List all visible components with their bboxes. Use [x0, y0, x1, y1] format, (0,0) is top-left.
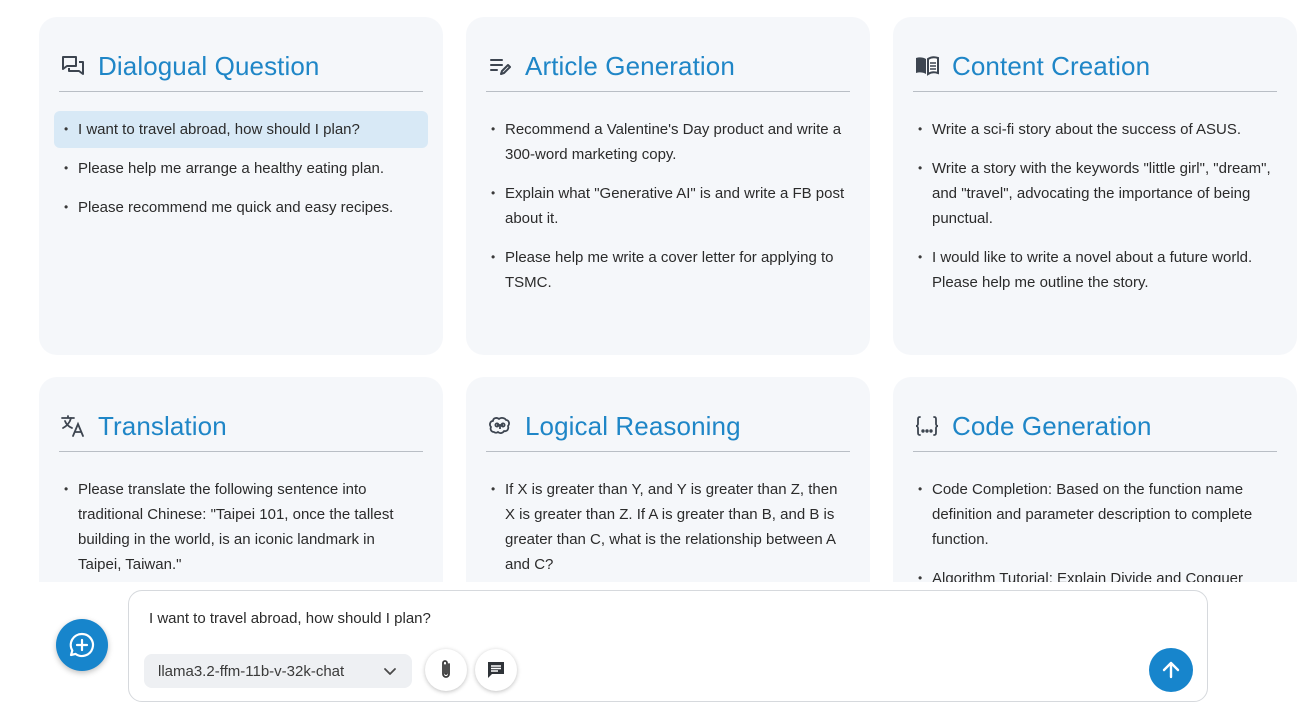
chevron-down-icon	[384, 668, 396, 675]
arrow-up-icon	[1162, 661, 1180, 679]
chat-bubbles-icon	[60, 53, 86, 79]
card-logical-reasoning: Logical Reasoning If X is greater than Y…	[466, 377, 870, 582]
suggestion-item[interactable]: Please recommend me quick and easy recip…	[54, 189, 428, 226]
message-input[interactable]	[149, 605, 1109, 631]
suggestion-list: Recommend a Valentine's Day product and …	[481, 111, 855, 303]
card-title: Translation	[98, 410, 227, 441]
card-title: Code Generation	[952, 410, 1152, 441]
prompt-suggestions-area: Dialogual Question I want to travel abro…	[0, 0, 1315, 582]
card-title: Logical Reasoning	[525, 410, 741, 441]
card-header: Logical Reasoning	[486, 401, 850, 452]
suggestion-item[interactable]: Explain what "Generative AI" is and writ…	[481, 175, 855, 237]
chat-add-icon	[69, 632, 95, 658]
suggestion-item[interactable]: Code Completion: Based on the function n…	[908, 471, 1282, 558]
card-code-generation: Code Generation Code Completion: Based o…	[893, 377, 1297, 582]
open-book-icon	[914, 53, 940, 79]
suggestion-item[interactable]: Algorithm Tutorial: Explain Divide and C…	[908, 560, 1282, 582]
translate-icon	[60, 413, 86, 439]
suggestion-list: I want to travel abroad, how should I pl…	[54, 111, 428, 228]
suggestion-item[interactable]: Write a sci-fi story about the success o…	[908, 111, 1282, 148]
code-braces-icon	[914, 413, 940, 439]
suggestion-list: Write a sci-fi story about the success o…	[908, 111, 1282, 303]
card-header: Translation	[59, 401, 423, 452]
paperclip-icon	[442, 660, 450, 678]
suggestion-list: Please translate the following sentence …	[54, 471, 428, 582]
suggestion-item[interactable]: Write a story with the keywords "little …	[908, 150, 1282, 237]
suggestion-item[interactable]: Please help me write a cover letter for …	[481, 239, 855, 301]
suggestion-item[interactable]: Please translate the following sentence …	[54, 471, 428, 582]
brain-icon	[487, 413, 513, 439]
message-composer: llama3.2-ffm-11b-v-32k-chat	[128, 590, 1208, 702]
prompt-templates-button[interactable]	[475, 649, 517, 691]
model-select-value: llama3.2-ffm-11b-v-32k-chat	[158, 662, 345, 680]
suggestion-list: Code Completion: Based on the function n…	[908, 471, 1282, 582]
card-header: Content Creation	[913, 41, 1277, 92]
message-lines-icon	[488, 662, 504, 678]
model-select[interactable]: llama3.2-ffm-11b-v-32k-chat	[144, 654, 412, 688]
suggestion-item[interactable]: I would like to write a novel about a fu…	[908, 239, 1282, 301]
send-button[interactable]	[1149, 648, 1193, 692]
card-header: Code Generation	[913, 401, 1277, 452]
card-dialogual-question: Dialogual Question I want to travel abro…	[39, 17, 443, 355]
suggestion-item[interactable]: I want to travel abroad, how should I pl…	[54, 111, 428, 148]
suggestion-item[interactable]: Recommend a Valentine's Day product and …	[481, 111, 855, 173]
card-header: Article Generation	[486, 41, 850, 92]
card-content-creation: Content Creation Write a sci-fi story ab…	[893, 17, 1297, 355]
card-title: Dialogual Question	[98, 50, 320, 81]
card-article-generation: Article Generation Recommend a Valentine…	[466, 17, 870, 355]
card-title: Content Creation	[952, 50, 1151, 81]
card-translation: Translation Please translate the followi…	[39, 377, 443, 582]
attach-button[interactable]	[425, 649, 467, 691]
card-header: Dialogual Question	[59, 41, 423, 92]
suggestion-list: If X is greater than Y, and Y is greater…	[481, 471, 855, 582]
edit-notes-icon	[487, 53, 513, 79]
suggestion-item[interactable]: Please help me arrange a healthy eating …	[54, 150, 428, 187]
new-chat-button[interactable]	[56, 619, 108, 671]
suggestion-item[interactable]: If X is greater than Y, and Y is greater…	[481, 471, 855, 582]
card-title: Article Generation	[525, 50, 735, 81]
